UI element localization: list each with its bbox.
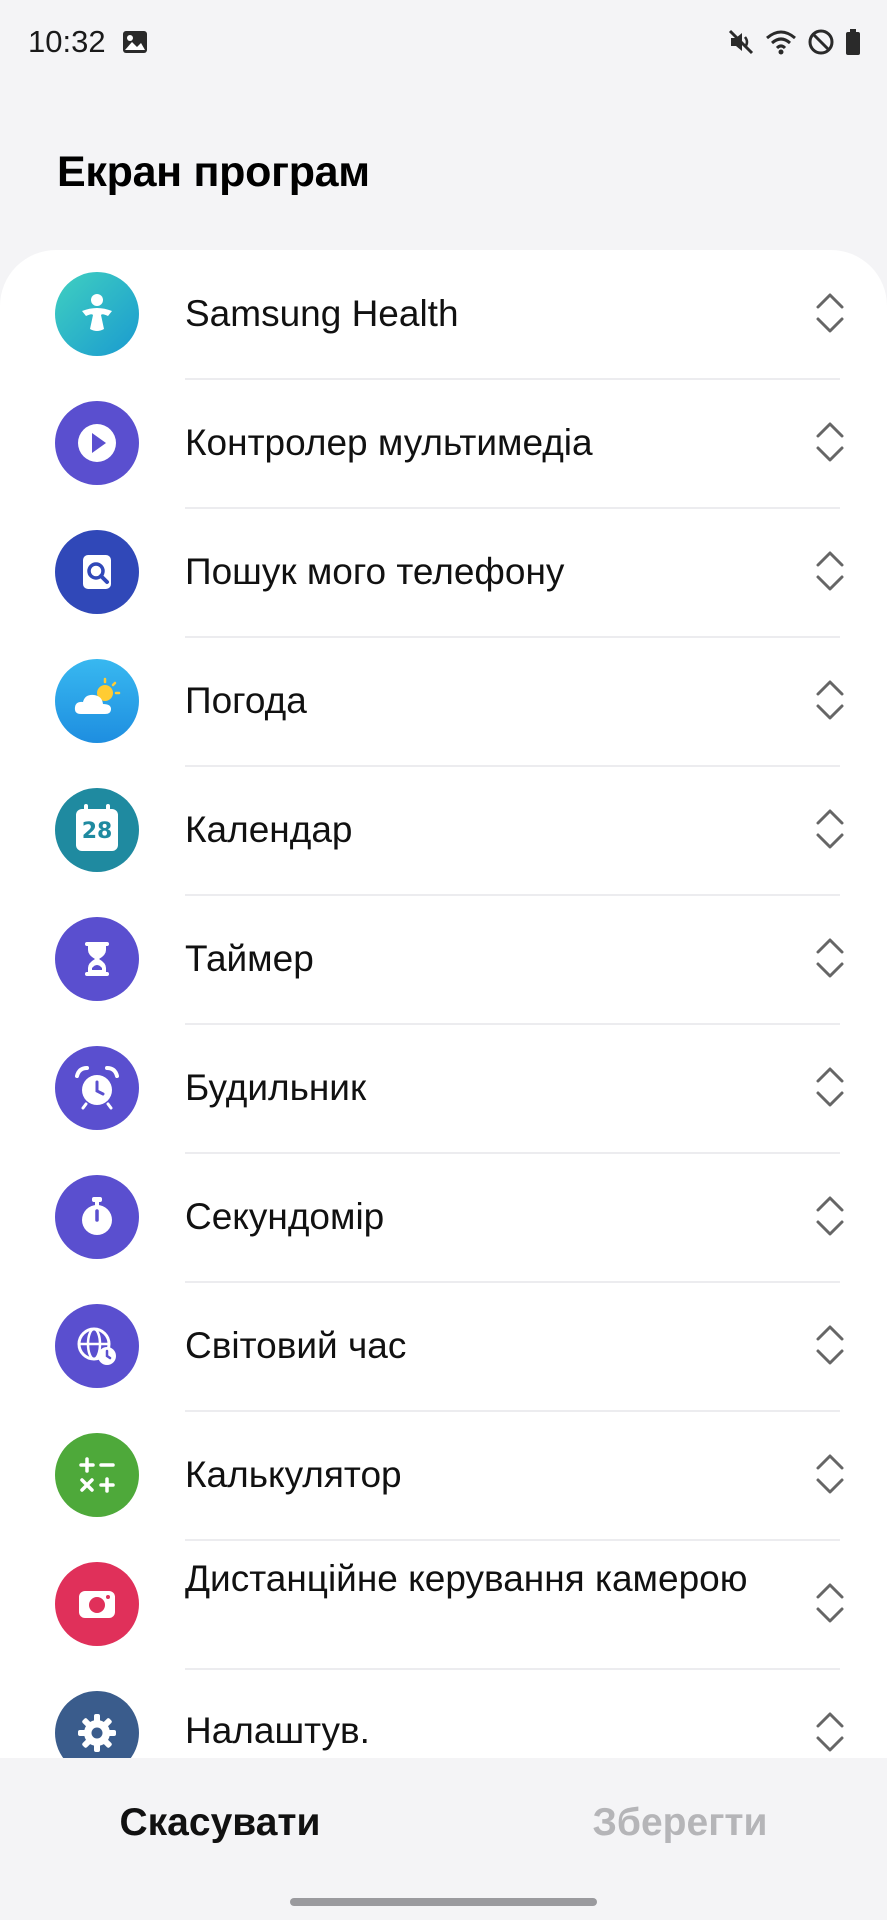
reorder-handle-icon[interactable] [812,290,848,336]
app-list: Samsung Health Контролер мультимедіа Пош… [0,250,887,1758]
app-label: Дистанційне керування камерою [185,1558,748,1599]
list-item-camera-remote[interactable]: Дистанційне керування камерою [0,1540,887,1669]
list-item-stopwatch[interactable]: Секундомір [0,1153,887,1282]
app-label: Пошук мого телефону [185,551,565,592]
calendar-page: 28 [76,804,118,851]
calendar-date-badge: 28 [81,819,113,844]
calculator-icon [55,1433,139,1517]
reorder-handle-icon[interactable] [812,419,848,465]
do-not-disturb-icon [808,29,834,55]
reorder-handle-icon[interactable] [812,806,848,852]
app-label: Контролер мультимедіа [185,422,593,463]
calendar-icon: 28 [55,788,139,872]
vibrate-icon [728,29,754,55]
list-item-timer[interactable]: Таймер [0,895,887,1024]
app-label: Світовий час [185,1325,407,1366]
list-item-calculator[interactable]: Калькулятор [0,1411,887,1540]
play-icon [55,401,139,485]
reorder-handle-icon[interactable] [812,677,848,723]
settings-gear-icon [55,1691,139,1758]
battery-icon [846,29,860,55]
reorder-handle-icon[interactable] [812,1451,848,1497]
reorder-handle-icon[interactable] [812,1193,848,1239]
app-label: Калькулятор [185,1454,402,1495]
app-label: Таймер [185,938,314,979]
app-label: Погода [185,680,307,721]
reorder-handle-icon[interactable] [812,1322,848,1368]
status-icons [727,26,861,58]
cancel-button[interactable]: Скасувати [70,1790,370,1856]
app-label: Будильник [185,1067,367,1108]
find-phone-icon [55,530,139,614]
list-item-weather[interactable]: Погода [0,637,887,766]
app-label: Samsung Health [185,293,459,334]
reorder-handle-icon[interactable] [812,1064,848,1110]
save-button[interactable]: Зберегти [530,1790,830,1856]
reorder-handle-icon[interactable] [812,1580,848,1626]
list-item-world-clock[interactable]: Світовий час [0,1282,887,1411]
page-title: Екран програм [57,148,370,196]
world-clock-icon [55,1304,139,1388]
list-item-samsung-health[interactable]: Samsung Health [0,250,887,379]
wifi-icon [766,30,796,55]
status-time: 10:32 [28,24,106,59]
reorder-handle-icon[interactable] [812,935,848,981]
gallery-icon [123,31,147,53]
list-item-alarm[interactable]: Будильник [0,1024,887,1153]
hourglass-icon [55,917,139,1001]
list-item-settings[interactable]: Налаштув. [0,1669,887,1758]
status-bar: 10:32 [0,0,887,86]
samsung-health-icon [55,272,139,356]
home-indicator[interactable] [290,1898,597,1906]
list-item-calendar[interactable]: 28 Календар [0,766,887,895]
reorder-handle-icon[interactable] [812,1709,848,1755]
list-item-media-controller[interactable]: Контролер мультимедіа [0,379,887,508]
camera-icon [55,1562,139,1646]
app-label: Налаштув. [185,1710,370,1751]
alarm-clock-icon [55,1046,139,1130]
app-label: Календар [185,809,353,850]
weather-icon [55,659,139,743]
reorder-handle-icon[interactable] [812,548,848,594]
list-item-find-my-phone[interactable]: Пошук мого телефону [0,508,887,637]
stopwatch-icon [55,1175,139,1259]
app-label: Секундомір [185,1196,385,1237]
